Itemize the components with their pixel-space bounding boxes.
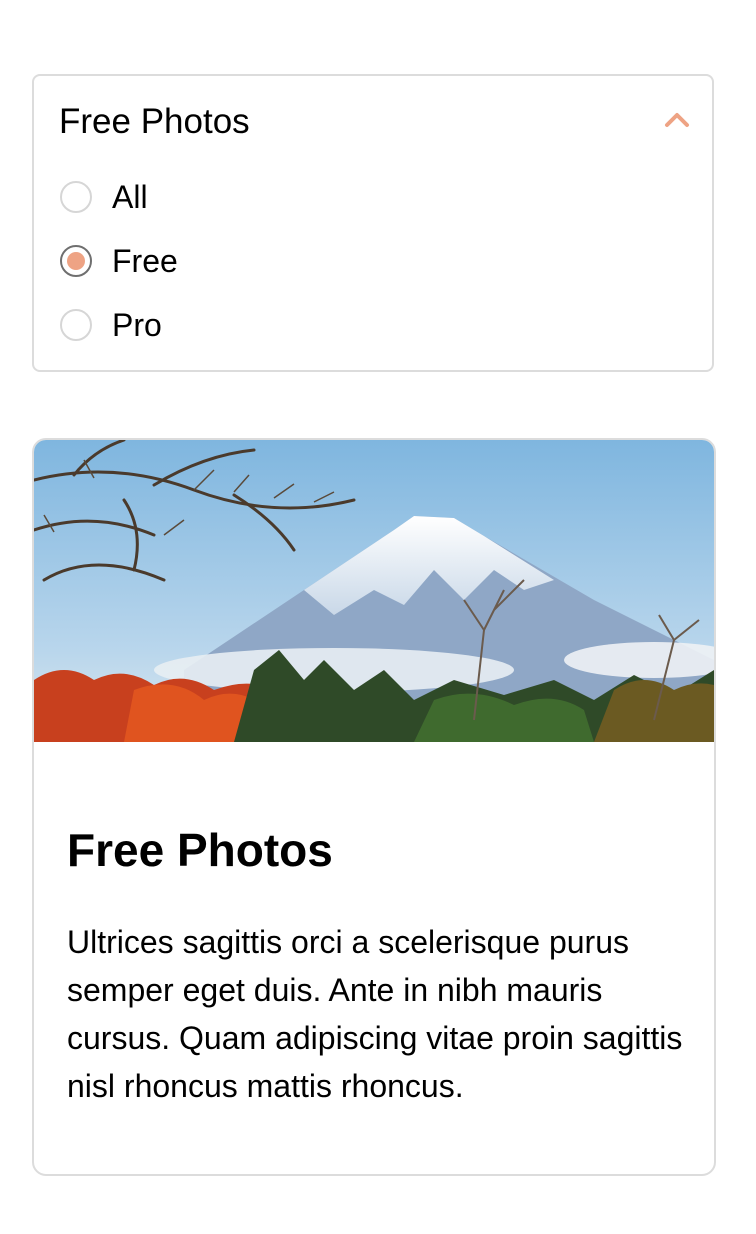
mountain-landscape-image bbox=[34, 440, 714, 742]
radio-label-pro: Pro bbox=[112, 307, 162, 343]
radio-label-all: All bbox=[112, 179, 148, 215]
radio-option-pro[interactable]: Pro bbox=[60, 305, 162, 345]
photo-filter-panel: Free Photos All Free Pro bbox=[32, 74, 714, 372]
photo-card: Free Photos Ultrices sagittis orci a sce… bbox=[32, 438, 716, 1176]
radio-button-all[interactable] bbox=[60, 181, 92, 213]
radio-label-free: Free bbox=[112, 243, 178, 279]
radio-option-free[interactable]: Free bbox=[60, 241, 178, 281]
radio-button-free[interactable] bbox=[60, 245, 92, 277]
chevron-up-icon[interactable] bbox=[664, 110, 690, 128]
filter-title: Free Photos bbox=[59, 102, 250, 141]
radio-option-all[interactable]: All bbox=[60, 177, 148, 217]
card-description: Ultrices sagittis orci a scelerisque pur… bbox=[67, 924, 683, 1104]
card-title: Free Photos bbox=[67, 824, 333, 876]
filter-header[interactable]: Free Photos bbox=[34, 76, 712, 168]
radio-button-pro[interactable] bbox=[60, 309, 92, 341]
